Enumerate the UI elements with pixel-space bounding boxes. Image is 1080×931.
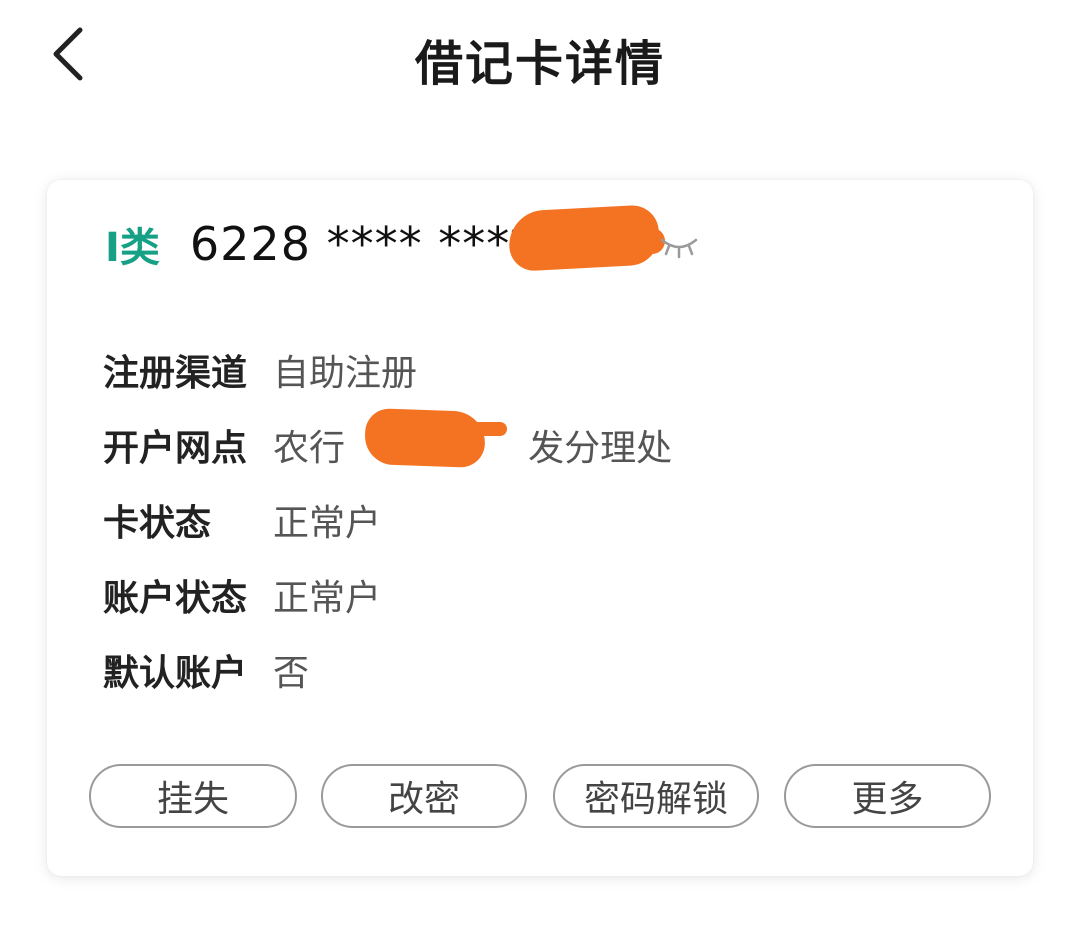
info-label: 默认账户 xyxy=(103,652,248,694)
redaction-mark xyxy=(447,422,507,436)
info-row-card-status: 卡状态 正常户 xyxy=(103,482,672,557)
eye-closed-icon xyxy=(660,238,698,259)
card-number: 6228 **** **** xyxy=(189,217,535,271)
info-value: 正常户 xyxy=(273,502,382,544)
report-loss-button[interactable]: 挂失 xyxy=(89,764,297,828)
info-value: 否 xyxy=(273,652,310,694)
info-label: 账户状态 xyxy=(103,577,248,619)
info-value: 自助注册 xyxy=(273,352,418,394)
info-value: 正常户 xyxy=(273,577,382,619)
more-button[interactable]: 更多 xyxy=(784,764,991,828)
redaction-mark xyxy=(587,228,665,254)
info-label: 注册渠道 xyxy=(103,352,248,394)
debit-card-panel: I类 6228 **** **** 注册渠道 自助注册 开户网点 农行 发分理处 xyxy=(47,180,1033,876)
card-info-list: 注册渠道 自助注册 开户网点 农行 发分理处 卡状态 正常户 账户状态 正常户 … xyxy=(103,332,672,707)
info-row-register-channel: 注册渠道 自助注册 xyxy=(103,332,672,407)
page-title: 借记卡详情 xyxy=(414,36,665,92)
info-row-default-account: 默认账户 否 xyxy=(103,632,672,707)
header: 借记卡详情 xyxy=(0,0,1080,110)
unlock-password-button[interactable]: 密码解锁 xyxy=(553,764,759,828)
card-class-badge: I类 xyxy=(105,225,160,271)
redaction-mark xyxy=(364,407,486,469)
debit-card-detail-page: 借记卡详情 I类 6228 **** **** 注册渠道 自助注册 开户网点 农… xyxy=(0,0,1080,931)
action-button-row: 挂失 改密 密码解锁 更多 xyxy=(89,764,991,832)
change-password-button[interactable]: 改密 xyxy=(321,764,527,828)
info-label: 开户网点 xyxy=(103,427,248,469)
info-label: 卡状态 xyxy=(103,502,212,544)
card-number-row: I类 6228 **** **** xyxy=(105,212,534,276)
toggle-visibility-button[interactable] xyxy=(659,232,699,262)
info-row-account-status: 账户状态 正常户 xyxy=(103,557,672,632)
